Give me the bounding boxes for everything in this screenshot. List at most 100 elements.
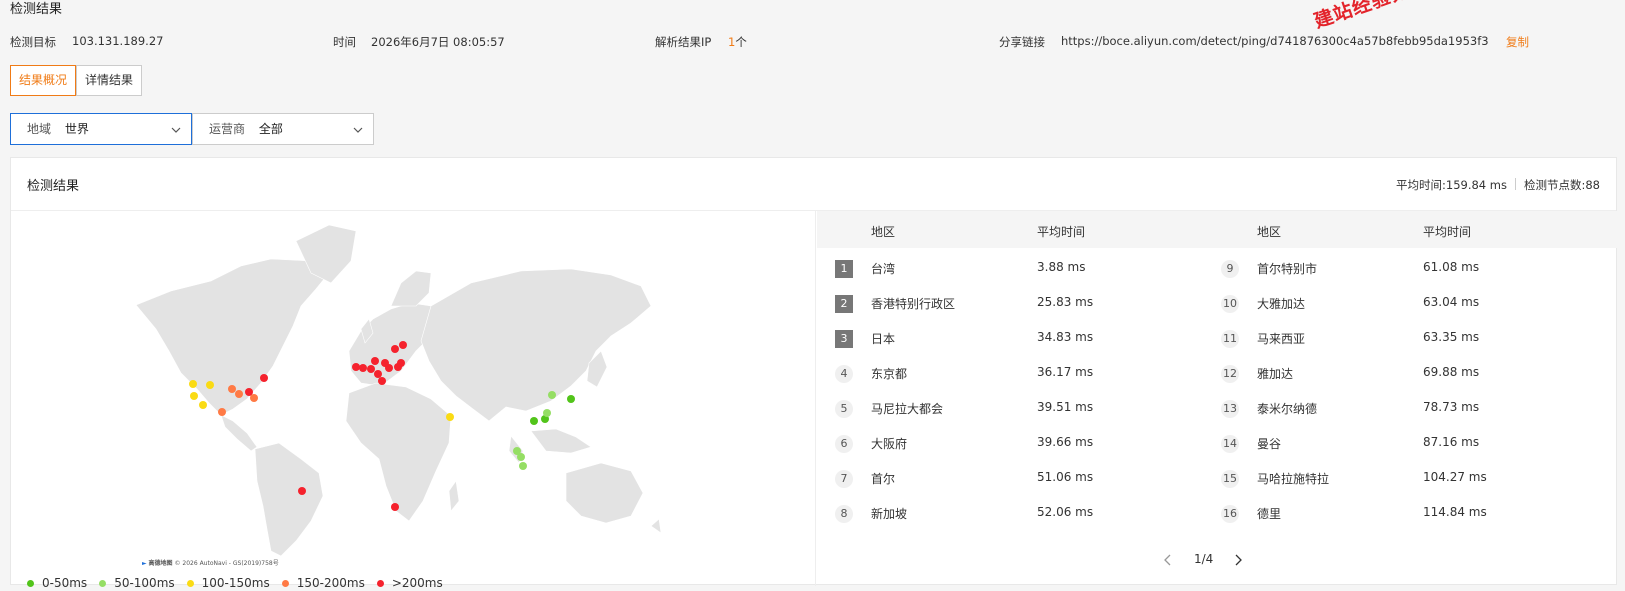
- rank-badge: 10: [1221, 295, 1239, 313]
- region-name: 马哈拉施特拉: [1257, 472, 1330, 486]
- rank-badge: 11: [1221, 330, 1239, 348]
- tab-overview[interactable]: 结果概况: [10, 65, 77, 96]
- probe-point[interactable]: [378, 377, 386, 385]
- region-select[interactable]: 地域 世界: [10, 113, 192, 145]
- probe-point[interactable]: [250, 394, 258, 402]
- avg-time: 51.06 ms: [1037, 470, 1094, 484]
- carrier-select-label: 运营商: [209, 122, 246, 136]
- avg-time: 3.88 ms: [1037, 260, 1086, 274]
- legend-item: >200ms: [376, 576, 443, 590]
- avg-time: 52.06 ms: [1037, 505, 1094, 519]
- chevron-right-icon[interactable]: [1230, 552, 1246, 568]
- probe-point[interactable]: [391, 503, 399, 511]
- map-credit-brand: 高德地图: [148, 560, 173, 567]
- page-indicator: 1/4: [1194, 552, 1214, 566]
- probe-point[interactable]: [517, 453, 525, 461]
- table-header: 地区 平均时间 地区 平均时间: [817, 211, 1617, 248]
- probe-point[interactable]: [385, 364, 393, 372]
- region-name: 泰米尔纳德: [1257, 402, 1318, 416]
- probe-point[interactable]: [519, 462, 527, 470]
- rank-badge: 7: [835, 470, 853, 488]
- panel-title: 检测结果: [27, 179, 80, 194]
- header-region-right: 地区: [1257, 225, 1282, 239]
- legend-item: 50-100ms: [99, 576, 175, 590]
- watermark: 建站经验分享-www.w: [1310, 0, 1517, 34]
- result-panel: 检测结果 平均时间:159.84 ms 检测节点数:88 ► 高德地图 © 20…: [10, 157, 1617, 590]
- page-title: 检测结果: [10, 2, 63, 17]
- probe-point[interactable]: [567, 395, 575, 403]
- ip-count-unit: 个: [735, 35, 747, 49]
- avg-time: 114.84 ms: [1423, 505, 1487, 519]
- rank-badge: 9: [1221, 260, 1239, 278]
- probe-point[interactable]: [189, 380, 197, 388]
- header-avg-left: 平均时间: [1037, 225, 1086, 239]
- time-label: 时间: [333, 35, 356, 49]
- legend-label: >200ms: [391, 576, 443, 590]
- ip-label: 解析结果IP: [655, 35, 712, 49]
- probe-point[interactable]: [399, 341, 407, 349]
- copy-button[interactable]: 复制: [1506, 34, 1529, 50]
- chevron-down-icon: [353, 127, 363, 133]
- probe-point[interactable]: [190, 392, 198, 400]
- region-name: 曼谷: [1257, 437, 1282, 451]
- map-credit-text: © 2026 AutoNavi - GS(2019)758号: [174, 560, 279, 567]
- probe-point[interactable]: [530, 417, 538, 425]
- probe-point[interactable]: [367, 365, 375, 373]
- region-name: 台湾: [871, 262, 896, 276]
- ip-count[interactable]: 1个: [728, 34, 747, 50]
- avg-time: 39.66 ms: [1037, 435, 1094, 449]
- map-legend: 0-50ms 50-100ms 100-150ms 150-200ms >200…: [27, 576, 455, 590]
- probe-point[interactable]: [260, 374, 268, 382]
- probe-point[interactable]: [352, 363, 360, 371]
- rank-badge: 16: [1221, 505, 1239, 523]
- filter-bar: 地域 世界 运营商 全部: [10, 113, 374, 145]
- target-value: 103.131.189.27: [72, 34, 164, 48]
- avg-time: 104.27 ms: [1423, 470, 1487, 484]
- region-name: 马来西亚: [1257, 332, 1306, 346]
- probe-point[interactable]: [218, 408, 226, 416]
- probe-point[interactable]: [371, 357, 379, 365]
- probe-point[interactable]: [391, 345, 399, 353]
- region-name: 雅加达: [1257, 367, 1294, 381]
- legend-item: 150-200ms: [281, 576, 365, 590]
- avg-time: 25.83 ms: [1037, 295, 1094, 309]
- results-table: 地区 平均时间 地区 平均时间 1 台湾 3.88 ms 9 首尔特别市 61.08 ms…: [817, 211, 1617, 586]
- probe-point[interactable]: [543, 409, 551, 417]
- avg-time: 36.17 ms: [1037, 365, 1094, 379]
- legend-dot: [376, 579, 384, 587]
- rank-badge: 13: [1221, 400, 1239, 418]
- rank-badge: 1: [835, 260, 853, 278]
- avg-time-stat: 平均时间:159.84 ms: [1396, 178, 1507, 192]
- region-name: 首尔: [871, 472, 896, 486]
- share-url[interactable]: https://boce.aliyun.com/detect/ping/d741…: [1061, 34, 1489, 48]
- carrier-select[interactable]: 运营商 全部: [192, 113, 374, 145]
- probe-point[interactable]: [298, 487, 306, 495]
- probe-point[interactable]: [206, 381, 214, 389]
- legend-dot: [186, 579, 194, 587]
- probe-point[interactable]: [446, 413, 454, 421]
- chevron-left-icon[interactable]: [1160, 552, 1176, 568]
- region-name: 大阪府: [871, 437, 908, 451]
- probe-point[interactable]: [359, 364, 367, 372]
- rank-badge: 14: [1221, 435, 1239, 453]
- rank-badge: 8: [835, 505, 853, 523]
- world-map[interactable]: ► 高德地图 © 2026 AutoNavi - GS(2019)758号 0-…: [11, 211, 816, 590]
- table-row: 6 大阪府 39.66 ms 14 曼谷 87.16 ms: [817, 426, 1617, 462]
- table-row: 1 台湾 3.88 ms 9 首尔特别市 61.08 ms: [817, 251, 1617, 287]
- probe-point[interactable]: [199, 401, 207, 409]
- region-name: 新加坡: [871, 507, 908, 521]
- legend-dot: [281, 579, 289, 587]
- region-select-value: 世界: [64, 122, 89, 136]
- tab-details[interactable]: 详情结果: [76, 65, 143, 96]
- rank-badge: 12: [1221, 365, 1239, 383]
- header-avg-right: 平均时间: [1423, 225, 1472, 239]
- world-map-svg[interactable]: [11, 211, 816, 586]
- probe-point[interactable]: [235, 390, 243, 398]
- region-select-label: 地域: [27, 122, 52, 136]
- probe-point[interactable]: [548, 391, 556, 399]
- probe-point[interactable]: [374, 370, 382, 378]
- region-name: 香港特别行政区: [871, 297, 956, 311]
- probe-point[interactable]: [397, 359, 405, 367]
- legend-dot: [99, 579, 107, 587]
- probe-point[interactable]: [228, 385, 236, 393]
